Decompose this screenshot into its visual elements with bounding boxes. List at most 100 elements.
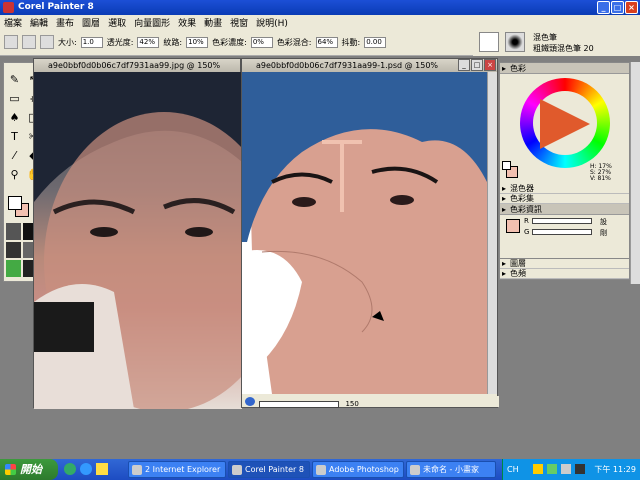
taskbar-ie-label: Internet Explorer xyxy=(152,465,221,474)
size-label: 大小: xyxy=(58,37,77,47)
magnifier-icon[interactable]: ⚲ xyxy=(6,166,23,183)
menu-edit[interactable]: 編輯 xyxy=(30,16,48,29)
text-tool-icon[interactable]: T xyxy=(6,128,23,145)
start-button[interactable]: 開始 xyxy=(0,459,58,480)
secondary-color-swatch[interactable] xyxy=(8,196,22,210)
painting-canvas[interactable] xyxy=(242,72,487,394)
language-indicator[interactable]: CH xyxy=(507,459,519,480)
painting-artwork xyxy=(242,72,487,394)
color-info-swatch[interactable] xyxy=(506,219,520,233)
tray-icon[interactable] xyxy=(533,464,543,474)
brush-tool-icon[interactable] xyxy=(4,35,18,49)
color-panel-group: 色彩 H: 17% S: 27% V: 81% 混色器 色彩集 色彩資訊 R 設… xyxy=(499,62,630,266)
brush-variant-icon[interactable] xyxy=(505,32,525,52)
g-slider[interactable] xyxy=(532,229,592,235)
size-field[interactable]: 1.0 xyxy=(80,36,103,48)
pattern-selector-icon[interactable] xyxy=(6,241,21,259)
painter-app-icon xyxy=(3,2,14,13)
taskbar-ie[interactable]: 2 Internet Explorer xyxy=(128,461,226,478)
hsv-readout: H: 17% S: 27% V: 81% xyxy=(590,163,612,182)
resat-label: 色彩濃度: xyxy=(212,37,247,47)
menu-window[interactable]: 視窗 xyxy=(230,16,248,29)
menu-help[interactable]: 說明(H) xyxy=(256,16,288,29)
mixer-panel[interactable]: 混色器 xyxy=(500,184,629,194)
panel-scrollbar[interactable] xyxy=(630,62,640,284)
brush-selector[interactable]: 混色筆 粗鐵頭混色筆 20 xyxy=(473,29,640,56)
menu-canvas[interactable]: 畫布 xyxy=(56,16,74,29)
menu-shapes[interactable]: 向量圖形 xyxy=(134,16,170,29)
clock[interactable]: 下午 11:29 xyxy=(594,459,636,480)
zoom-slider[interactable] xyxy=(259,400,340,408)
globe-icon[interactable] xyxy=(245,397,255,406)
doc-maximize-button[interactable]: □ xyxy=(471,59,483,71)
nozzle-selector-icon[interactable] xyxy=(6,260,21,277)
layers-panel[interactable]: 圖層 xyxy=(500,259,629,269)
brush-category[interactable]: 混色筆 xyxy=(533,32,557,43)
stroke-type-icon[interactable] xyxy=(22,35,36,49)
painting-doc-title: a9e0bbf0d0b06c7df7931aa99-1.psd @ 150% xyxy=(256,61,439,70)
taskbar-photoshop[interactable]: Adobe Photoshop xyxy=(312,461,404,478)
taskbar: 開始 2 Internet Explorer Corel Painter 8 A… xyxy=(0,459,640,480)
painting-document-window[interactable]: a9e0bbf0d0b06c7df7931aa99-1.psd @ 150% _… xyxy=(241,58,499,408)
bleed-label: 色彩混合: xyxy=(276,37,312,47)
r-label: R xyxy=(524,217,529,225)
reference-document-window[interactable]: a9e0bbf0d0b06c7df7931aa99.jpg @ 150% xyxy=(33,58,242,409)
painting-doc-titlebar[interactable]: a9e0bbf0d0b06c7df7931aa99-1.psd @ 150% _… xyxy=(242,59,497,72)
volume-icon[interactable] xyxy=(561,464,571,474)
color-wheel-area[interactable]: H: 17% S: 27% V: 81% xyxy=(500,74,629,184)
menu-layers[interactable]: 圖層 xyxy=(82,16,100,29)
doc-minimize-button[interactable]: _ xyxy=(458,59,470,71)
grain-field[interactable]: 10% xyxy=(186,36,209,48)
g-button[interactable]: 剛 xyxy=(600,228,607,238)
r-button[interactable]: 設 xyxy=(600,217,607,227)
grain-label: 紋路: xyxy=(163,37,183,47)
color-sets-panel[interactable]: 色彩集 xyxy=(500,194,629,204)
reference-doc-title: a9e0bbf0d0b06c7df7931aa99.jpg @ 150% xyxy=(48,61,221,70)
color-panel-header[interactable]: 色彩 xyxy=(500,63,629,74)
menubar: 檔案 編輯 畫布 圖層 選取 向量圖形 效果 動畫 視窗 說明(H) xyxy=(0,15,640,29)
ime-icon[interactable] xyxy=(575,464,585,474)
reference-photo-canvas[interactable] xyxy=(34,72,242,409)
bleed-field[interactable]: 64% xyxy=(315,36,338,48)
reference-doc-titlebar[interactable]: a9e0bbf0d0b06c7df7931aa99.jpg @ 150% xyxy=(34,59,240,72)
maximize-button[interactable]: □ xyxy=(611,1,624,14)
pen-tool-icon[interactable]: ♠ xyxy=(6,109,23,126)
desktop-quicklaunch-icon[interactable] xyxy=(96,463,108,475)
brush-category-icon[interactable] xyxy=(479,32,499,52)
taskbar-ie-count: 2 xyxy=(145,465,151,474)
doc-close-button[interactable]: × xyxy=(484,59,496,71)
rect-select-icon[interactable]: ▭ xyxy=(6,90,23,107)
alt-color-swatch[interactable] xyxy=(502,161,511,170)
ie-quicklaunch-icon[interactable] xyxy=(80,463,92,475)
menu-file[interactable]: 檔案 xyxy=(4,16,22,29)
minimize-button[interactable]: _ xyxy=(597,1,610,14)
brush-variant[interactable]: 粗鐵頭混色筆 20 xyxy=(533,43,594,54)
taskbar-painter[interactable]: Corel Painter 8 xyxy=(228,461,310,478)
resat-field[interactable]: 0% xyxy=(250,36,273,48)
system-tray: CH 下午 11:29 xyxy=(502,459,640,480)
r-slider[interactable] xyxy=(532,218,592,224)
opacity-field[interactable]: 42% xyxy=(137,36,160,48)
taskbar-paint[interactable]: 未命名 - 小畫家 xyxy=(406,461,496,478)
color-info-body: R 設 G 剛 xyxy=(500,215,629,241)
close-button[interactable]: × xyxy=(625,1,638,14)
jitter-field[interactable]: 0.00 xyxy=(364,36,387,48)
layers-panel-group: 圖層 色頻 xyxy=(499,258,630,280)
painting-vertical-scrollbar[interactable] xyxy=(487,72,497,394)
reference-photo xyxy=(34,72,242,409)
g-label: G xyxy=(524,228,530,236)
channels-panel[interactable]: 色頻 xyxy=(500,269,629,279)
menu-effects[interactable]: 效果 xyxy=(178,16,196,29)
dab-type-icon[interactable] xyxy=(40,35,54,49)
app-titlebar: Corel Painter 8 _ □ × xyxy=(0,0,640,15)
color-info-panel[interactable]: 色彩資訊 xyxy=(500,204,629,215)
menu-movie[interactable]: 動畫 xyxy=(204,16,222,29)
paper-selector-icon[interactable] xyxy=(6,223,21,240)
jitter-label: 抖動: xyxy=(341,37,361,47)
brush-tool-icon[interactable]: ✎ xyxy=(6,71,23,88)
menu-select[interactable]: 選取 xyxy=(108,16,126,29)
dropper-icon[interactable]: ⁄ xyxy=(6,147,23,164)
quicklaunch-icon[interactable] xyxy=(64,463,76,475)
saturation-triangle[interactable] xyxy=(535,99,595,149)
tray-icon[interactable] xyxy=(547,464,557,474)
